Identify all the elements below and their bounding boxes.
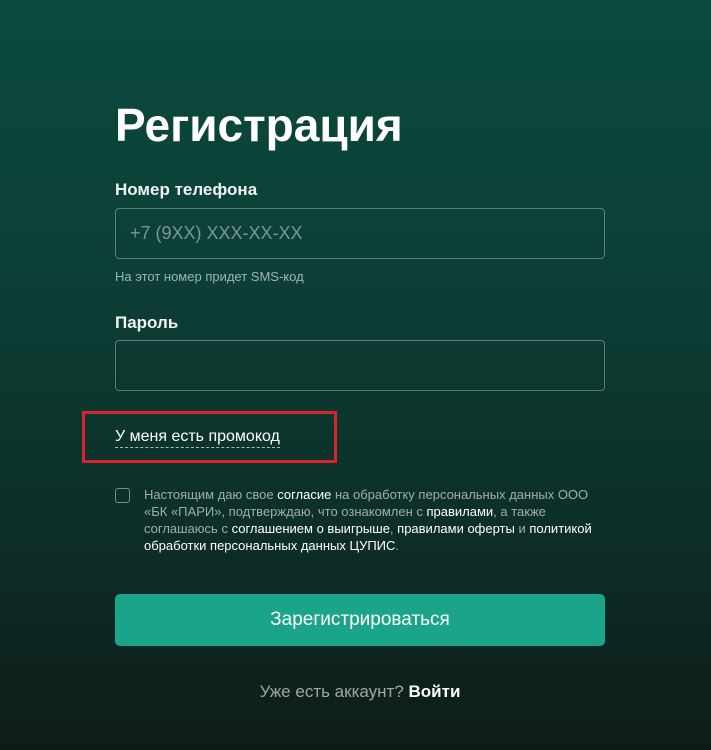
phone-label: Номер телефона (115, 180, 258, 199)
promo-code-link[interactable]: У меня есть промокод (115, 428, 280, 448)
consent-checkbox[interactable] (115, 488, 130, 503)
winnings-agreement-link[interactable]: соглашением о выигрыше (232, 521, 390, 536)
consent-text: Настоящим даю свое согласие на обработку… (144, 486, 614, 554)
login-prompt-text: Уже есть аккаунт? (259, 682, 409, 701)
rules-link[interactable]: правилами (426, 504, 493, 519)
password-input[interactable] (115, 340, 605, 391)
consent-text-6: . (395, 538, 400, 553)
page-title: Регистрация (115, 99, 403, 151)
phone-input[interactable] (115, 208, 605, 259)
register-button[interactable]: Зарегистрироваться (115, 594, 605, 646)
password-label: Пароль (115, 313, 179, 332)
login-prompt: Уже есть аккаунт? Войти (115, 682, 605, 702)
offer-rules-link[interactable]: правилами оферты (397, 521, 515, 536)
login-link[interactable]: Войти (409, 682, 461, 701)
phone-hint: На этот номер придет SMS-код (115, 269, 304, 284)
consent-link[interactable]: согласие (277, 487, 331, 502)
consent-text-5: и (514, 521, 530, 536)
consent-text-1: Настоящим даю свое (144, 487, 278, 502)
